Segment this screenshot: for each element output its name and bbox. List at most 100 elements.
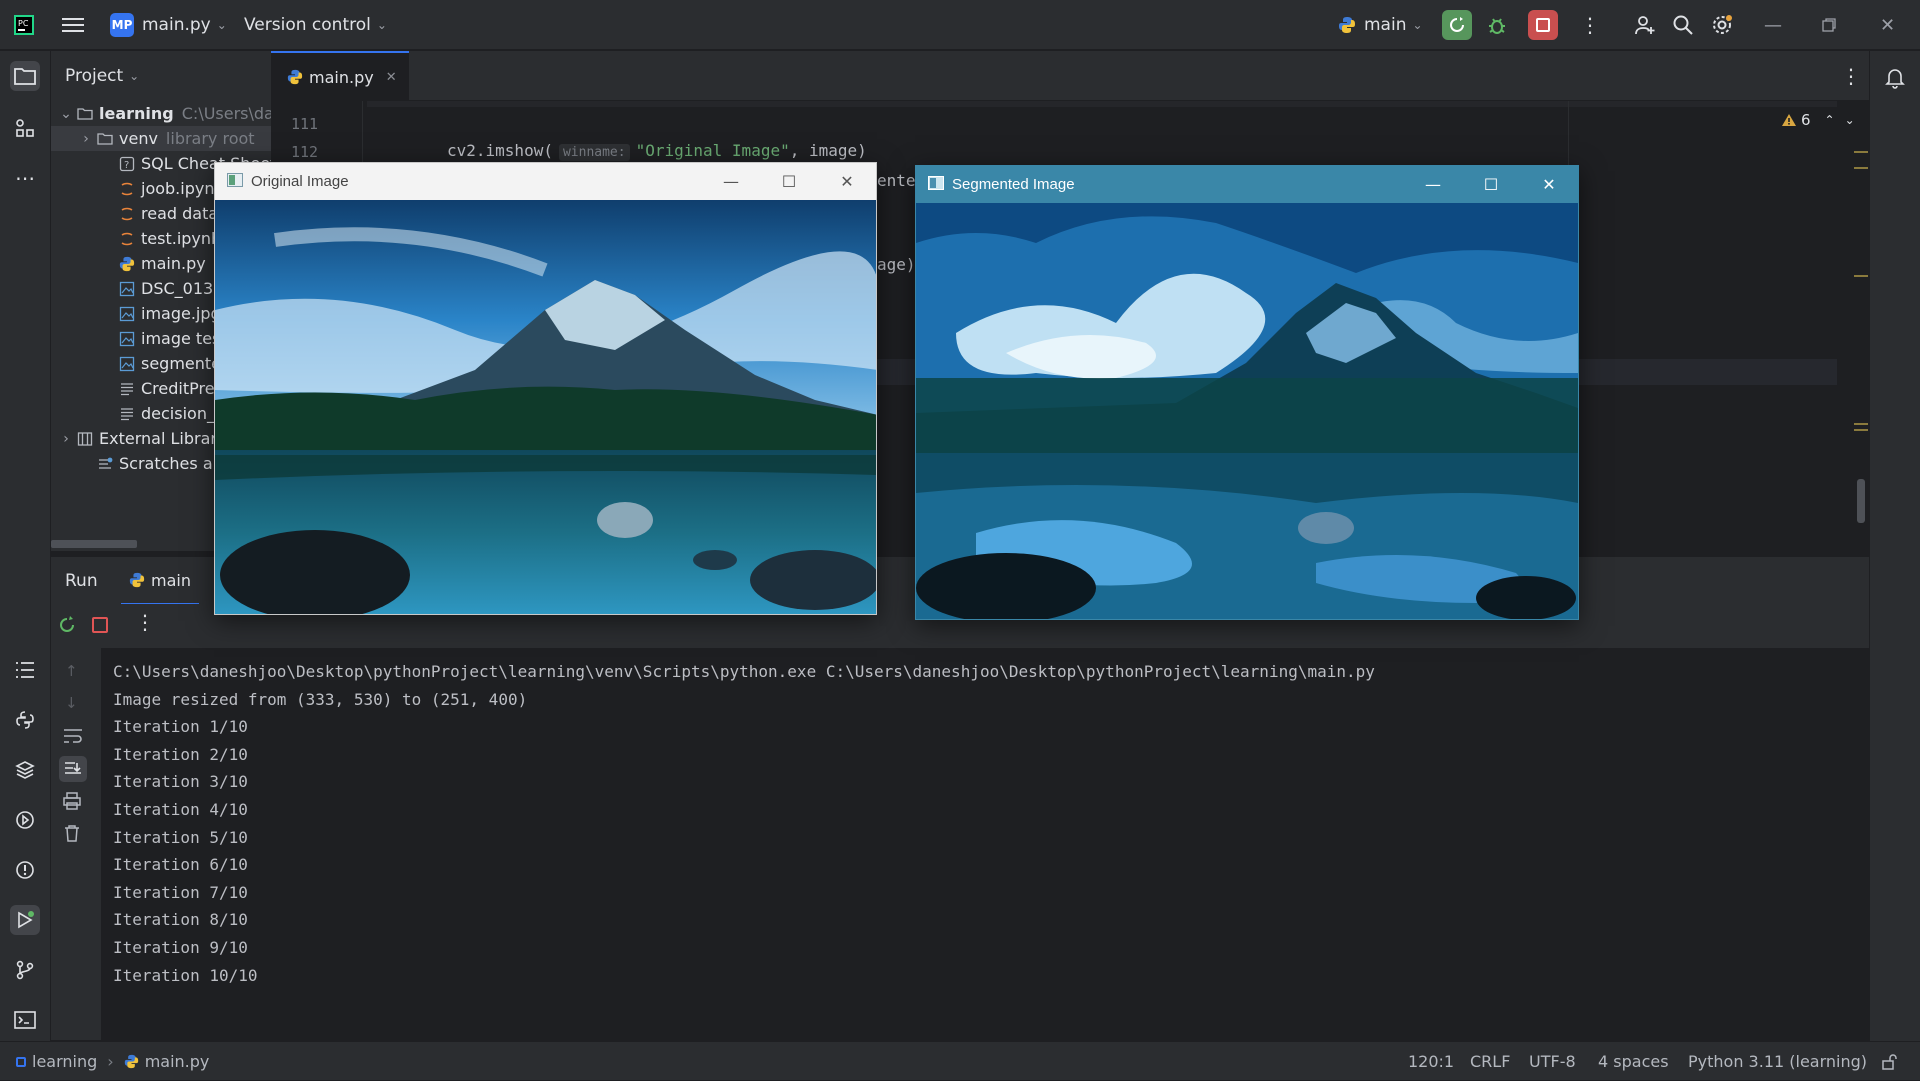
git-branch-icon[interactable]: [10, 955, 40, 985]
error-stripe-mark[interactable]: [1854, 429, 1868, 431]
version-control-menu[interactable]: Version control ⌄: [244, 0, 387, 50]
settings-gear-icon[interactable]: [1710, 0, 1734, 50]
trash-icon[interactable]: [64, 824, 80, 846]
tree-item-label: joob.ipynb: [141, 179, 225, 198]
arrow-up-icon[interactable]: ↑: [65, 662, 78, 680]
python-interpreter[interactable]: Python 3.11 (learning): [1688, 1042, 1867, 1081]
notebook-icon: [119, 206, 141, 222]
structure-icon[interactable]: [10, 113, 40, 143]
run-console-output[interactable]: C:\Users\daneshjoo\Desktop\pythonProject…: [101, 648, 1869, 1040]
tab-main-py[interactable]: main.py ✕: [271, 51, 409, 101]
unknown-icon: ?: [119, 156, 141, 172]
tree-item[interactable]: › venv library root: [51, 126, 271, 151]
main-menu-icon[interactable]: [62, 0, 84, 50]
code-line-cut: [367, 101, 1837, 107]
original-image: [215, 200, 876, 614]
chevron-right-icon[interactable]: ›: [59, 431, 73, 447]
text-icon: [119, 406, 141, 422]
close-icon[interactable]: ✕: [1520, 166, 1578, 203]
caret-position[interactable]: 120:1: [1408, 1042, 1454, 1081]
maximize-icon[interactable]: ☐: [1462, 166, 1520, 203]
bug-icon: [1489, 18, 1505, 34]
editor-scrollbar[interactable]: [1857, 479, 1865, 523]
image-icon: [119, 331, 141, 347]
left-tool-strip: ⋯: [0, 51, 51, 1041]
tree-item-label: image.jpg: [141, 304, 221, 323]
problems-icon[interactable]: [10, 855, 40, 885]
chevron-down-icon: ⌄: [129, 69, 140, 83]
indent-setting[interactable]: 4 spaces: [1598, 1042, 1669, 1081]
close-icon[interactable]: ✕: [818, 163, 876, 200]
tree-item-hint: C:\Users\da: [181, 104, 271, 123]
add-user-icon[interactable]: [1634, 0, 1656, 50]
more-actions-icon[interactable]: ⋮: [1580, 0, 1600, 50]
console-line: Iteration 5/10: [113, 827, 248, 847]
chevron-up-icon[interactable]: ⌃: [1825, 113, 1835, 127]
rerun-icon[interactable]: [57, 615, 77, 639]
original-image-window[interactable]: Original Image — ☐ ✕: [214, 162, 877, 615]
close-tab-icon[interactable]: ✕: [386, 70, 397, 85]
svg-text:PC: PC: [18, 19, 29, 28]
search-icon[interactable]: [1672, 0, 1694, 50]
run-tab-main[interactable]: main: [121, 557, 199, 605]
maximize-icon[interactable]: ☐: [760, 163, 818, 200]
more-tools-icon[interactable]: ⋯: [10, 163, 40, 193]
python-console-icon[interactable]: [10, 705, 40, 735]
module-icon: [16, 1056, 26, 1067]
svg-text:?: ?: [124, 160, 129, 171]
stop-button[interactable]: [1528, 0, 1558, 50]
breadcrumb-file[interactable]: main.py: [145, 1052, 210, 1071]
error-stripe-mark[interactable]: [1854, 151, 1868, 153]
services-icon[interactable]: [10, 805, 40, 835]
arrow-down-icon[interactable]: ↓: [65, 694, 78, 712]
project-switcher[interactable]: MP main.py ⌄: [110, 0, 227, 50]
file-encoding[interactable]: UTF-8: [1529, 1042, 1576, 1081]
scroll-to-end-icon[interactable]: [59, 756, 87, 782]
line-separator[interactable]: CRLF: [1470, 1042, 1510, 1081]
chevron-down-icon[interactable]: ⌄: [59, 106, 73, 122]
python-icon: [1339, 17, 1355, 33]
close-window-icon[interactable]: ✕: [1880, 0, 1895, 50]
chevron-right-icon[interactable]: ›: [79, 131, 93, 147]
inspection-widget[interactable]: 6 ⌃ ⌄: [1781, 111, 1855, 129]
tab-label: main.py: [309, 67, 374, 87]
tree-item[interactable]: ⌄ learning C:\Users\da: [51, 101, 271, 126]
unlock-icon[interactable]: [1882, 1042, 1898, 1081]
minimize-icon[interactable]: —: [1404, 166, 1462, 203]
horizontal-scrollbar[interactable]: [51, 540, 137, 548]
error-stripe-mark[interactable]: [1854, 423, 1868, 425]
line-number: 111: [291, 115, 319, 133]
title-bar: PC MP main.py ⌄ Version control ⌄ main ⌄…: [0, 0, 1920, 50]
run-tool-icon[interactable]: [10, 905, 40, 935]
error-stripe-mark[interactable]: [1854, 167, 1868, 169]
tab-options-icon[interactable]: ⋮: [1841, 51, 1861, 101]
soft-wrap-icon[interactable]: [63, 728, 83, 748]
segmented-image-window[interactable]: Segmented Image — ☐ ✕: [915, 165, 1579, 620]
project-panel-header[interactable]: Project ⌄: [65, 51, 139, 101]
run-config-selector[interactable]: main ⌄: [1338, 0, 1423, 50]
layers-icon[interactable]: [10, 755, 40, 785]
stop-icon[interactable]: [92, 617, 108, 633]
more-options-icon[interactable]: ⋮: [135, 610, 155, 634]
segmented-image: [916, 203, 1578, 619]
minimize-window-icon[interactable]: —: [1764, 0, 1782, 50]
console-line: Iteration 4/10: [113, 800, 248, 819]
status-bar: learning › main.py 120:1 CRLF UTF-8 4 sp…: [0, 1041, 1920, 1080]
run-panel-title: Run: [65, 571, 98, 591]
error-stripe-mark[interactable]: [1854, 275, 1868, 277]
pycharm-logo-icon[interactable]: PC: [14, 0, 34, 50]
code-fragment: ente: [877, 171, 916, 190]
notifications-bell-icon[interactable]: [1880, 63, 1910, 93]
minimize-icon[interactable]: —: [702, 163, 760, 200]
project-folder-icon[interactable]: [10, 61, 40, 91]
code-line-112: cv2.imshow(winname: "Original Image", ima…: [447, 141, 867, 161]
debug-button[interactable]: [1486, 0, 1508, 50]
restore-window-icon[interactable]: [1822, 0, 1836, 50]
print-icon[interactable]: [63, 792, 81, 814]
rerun-button[interactable]: [1442, 0, 1472, 50]
terminal-icon[interactable]: [10, 1005, 40, 1035]
chevron-down-icon[interactable]: ⌄: [1845, 113, 1855, 127]
todo-list-icon[interactable]: [10, 655, 40, 685]
run-config-label: main: [1364, 15, 1407, 35]
breadcrumb-project[interactable]: learning: [32, 1052, 97, 1071]
